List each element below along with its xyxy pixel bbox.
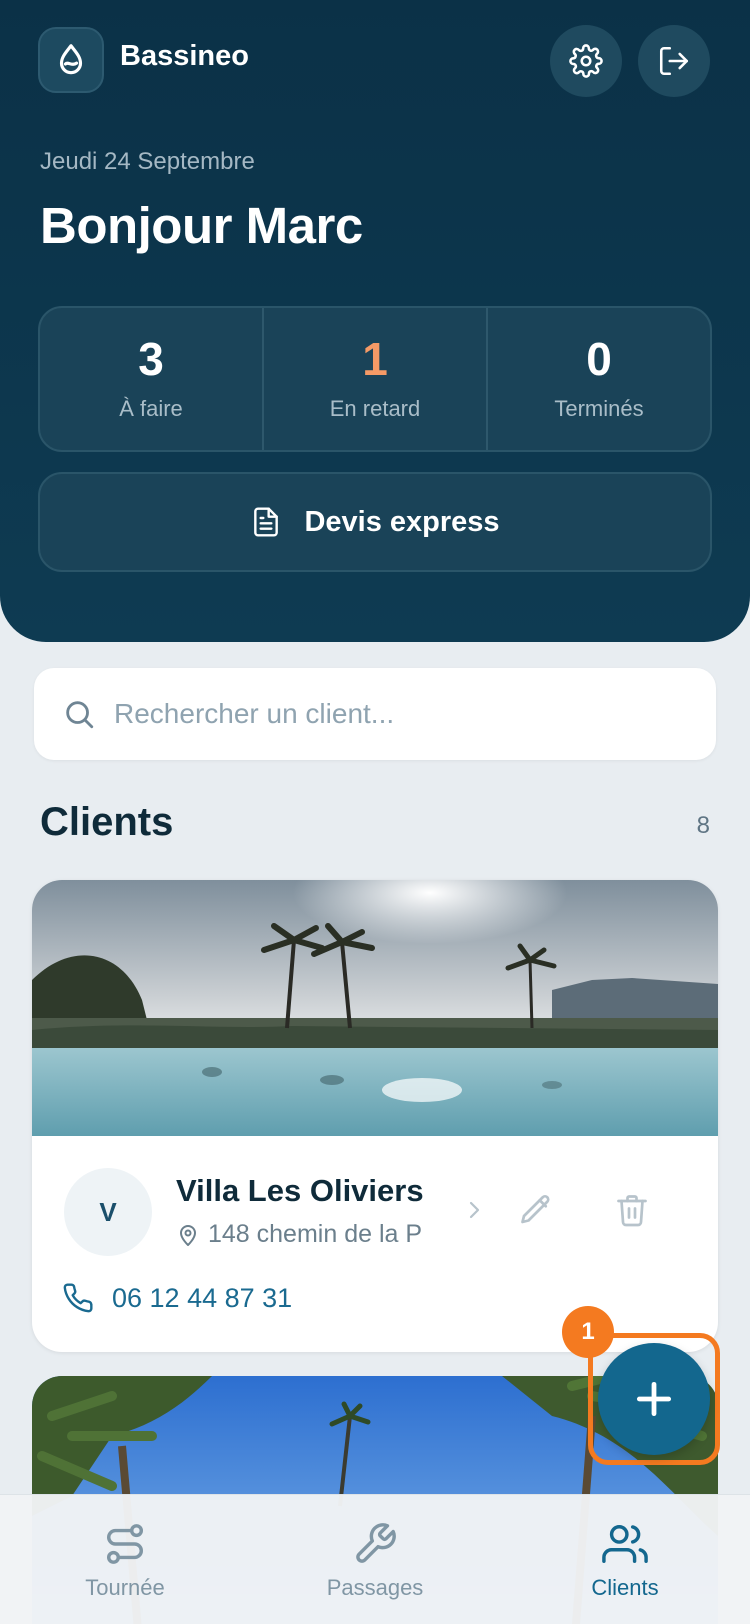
delete-client-button[interactable]: [608, 1186, 656, 1234]
nav-item-tournee[interactable]: Tournée: [0, 1495, 250, 1624]
location-pin-icon: [180, 1224, 196, 1246]
plus-icon: [636, 1381, 672, 1417]
client-name: Villa Les Oliviers: [176, 1173, 424, 1208]
stat-todo[interactable]: 3 À faire: [40, 308, 264, 450]
settings-button[interactable]: [550, 25, 622, 97]
add-client-button[interactable]: [598, 1343, 710, 1455]
wrench-icon: [356, 1523, 396, 1563]
greeting-title: Bonjour Marc: [40, 197, 363, 254]
nav-label-clients: Clients: [591, 1575, 659, 1600]
app-name: Bassineo: [120, 40, 249, 72]
logout-button[interactable]: [638, 25, 710, 97]
client-address: 148 chemin de la P: [208, 1220, 423, 1248]
search-input[interactable]: [114, 698, 654, 730]
stat-todo-label: À faire: [119, 396, 183, 421]
logout-icon: [659, 46, 689, 76]
stat-late-value: 1: [362, 333, 388, 385]
current-date: Jeudi 24 Septembre: [40, 148, 255, 175]
route-icon: [106, 1524, 144, 1564]
nav-label-passages: Passages: [326, 1575, 424, 1600]
step-badge: 1: [562, 1306, 614, 1358]
stat-done-label: Terminés: [554, 396, 644, 421]
devis-express-label: Devis express: [304, 505, 500, 538]
client-address-row: 148 chemin de la P: [176, 1220, 466, 1249]
client-avatar: V: [64, 1168, 152, 1256]
client-search-bar[interactable]: [34, 668, 716, 760]
chevron-right-icon: [469, 1201, 480, 1219]
nav-label-tournee: Tournée: [85, 1575, 165, 1600]
nav-item-passages[interactable]: Passages: [250, 1495, 500, 1624]
nav-item-clients[interactable]: Clients: [500, 1495, 750, 1624]
phone-icon: [63, 1283, 93, 1313]
devis-express-button[interactable]: Devis express: [38, 472, 712, 572]
stat-done-value: 0: [586, 333, 612, 385]
open-client-button[interactable]: [450, 1186, 498, 1234]
search-icon: [62, 697, 96, 731]
pool-photo: [32, 880, 718, 1136]
trash-icon: [617, 1195, 647, 1227]
client-phone-row[interactable]: 06 12 44 87 31: [62, 1282, 292, 1314]
edit-client-button[interactable]: [512, 1186, 560, 1234]
brand-logo: [38, 27, 104, 93]
clients-count: 8: [696, 812, 710, 839]
users-icon: [602, 1525, 648, 1563]
client-card[interactable]: V Villa Les Oliviers 148 chemin de la P: [32, 880, 718, 1352]
dashboard-header: Bassineo Jeudi 24 Septembre Bonjour Marc…: [0, 0, 750, 642]
stats-panel: 3 À faire 1 En retard 0 Terminés: [38, 306, 712, 452]
bottom-navigation: Tournée Passages Clients: [0, 1494, 750, 1624]
stat-late[interactable]: 1 En retard: [264, 308, 488, 450]
stat-late-label: En retard: [329, 396, 421, 421]
document-icon: [254, 507, 279, 537]
drop-icon: [59, 44, 83, 75]
stat-todo-value: 3: [138, 333, 164, 385]
clients-section-title: Clients: [40, 800, 174, 844]
client-phone: 06 12 44 87 31: [112, 1282, 293, 1313]
stat-done[interactable]: 0 Terminés: [488, 308, 710, 450]
gear-icon: [569, 44, 603, 78]
pencil-icon: [521, 1194, 550, 1224]
